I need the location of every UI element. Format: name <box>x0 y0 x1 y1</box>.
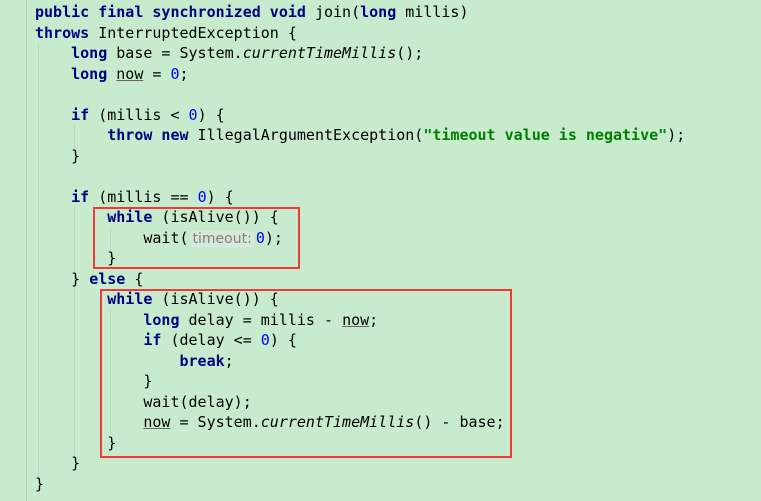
code-token: ); <box>667 126 686 144</box>
code-line: throw new IllegalArgumentException("time… <box>35 125 685 146</box>
code-token: join( <box>305 3 361 21</box>
code-token: InterruptedException { <box>89 23 297 42</box>
code-line: public final synchronized void join(long… <box>35 2 685 23</box>
code-token: 0 <box>170 64 180 83</box>
code-token: long <box>71 64 108 83</box>
code-line: throws InterruptedException { <box>35 23 685 44</box>
code-token: ) { <box>197 105 225 124</box>
code-token: = <box>143 64 171 83</box>
code-token: } <box>35 454 81 472</box>
code-token: now <box>116 64 144 83</box>
code-token: (); <box>396 44 424 62</box>
code-line: if (millis == 0) { <box>35 187 685 208</box>
editor-gutter-line <box>26 0 27 501</box>
code-line: } else { <box>35 269 685 290</box>
code-line: if (millis < 0) { <box>35 105 685 126</box>
code-token: (millis == <box>89 187 198 206</box>
code-token: if <box>71 105 90 124</box>
code-token: "timeout value is negative" <box>423 126 668 144</box>
code-token: long <box>360 3 397 21</box>
highlight-box-wait-forever <box>93 207 300 269</box>
code-token: millis) <box>396 3 469 21</box>
highlight-box-timed-wait <box>100 289 512 458</box>
code-token: } <box>35 269 90 288</box>
code-line: long now = 0; <box>35 64 685 85</box>
code-line: } <box>35 146 685 167</box>
code-token: } <box>35 146 81 165</box>
code-token: base = System. <box>107 44 243 62</box>
code-token: currentTimeMillis <box>242 44 397 62</box>
code-token: 0 <box>188 105 198 124</box>
code-line: } <box>35 474 685 495</box>
code-token: IllegalArgumentException( <box>188 126 424 144</box>
code-token: ) { <box>206 187 234 206</box>
code-line: long base = System.currentTimeMillis(); <box>35 43 685 64</box>
code-token: } <box>35 474 45 493</box>
code-token: else <box>89 269 126 288</box>
code-token: public final synchronized void <box>35 3 306 21</box>
code-token: throws <box>35 23 90 42</box>
code-token: if <box>71 187 90 206</box>
code-token: { <box>125 269 144 288</box>
code-token: long <box>71 44 108 62</box>
code-token: ; <box>179 64 189 83</box>
code-token: throw new <box>107 126 189 144</box>
code-token: 0 <box>197 187 207 206</box>
code-token: (millis < <box>89 105 189 124</box>
